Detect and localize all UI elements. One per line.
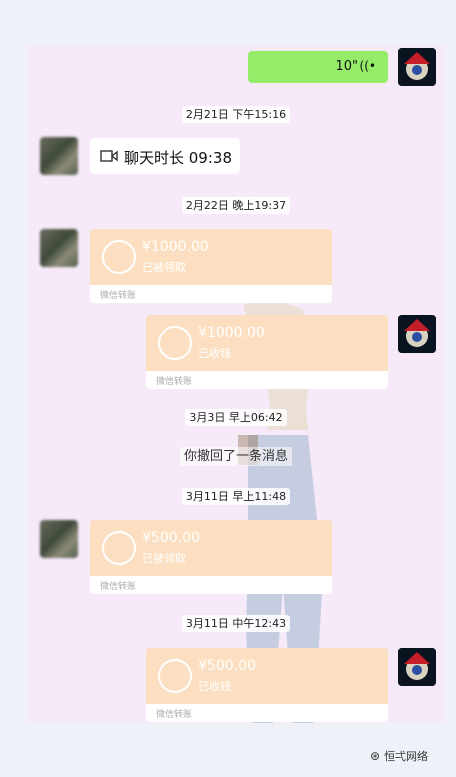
transfer-bubble[interactable]: ¥1000.00 已被领取 微信转账	[90, 229, 332, 305]
transfer-label: 微信转账	[100, 291, 137, 301]
timestamp: 3月11日 中午12:43	[28, 615, 444, 632]
chat-panel: 10" ((• 2月21日 下午15:16 聊天时长 09:38 2月22日 晚…	[28, 45, 444, 723]
transfer-label: 微信转账	[156, 710, 193, 720]
transfer-status: 已被领取	[142, 552, 186, 565]
video-icon	[100, 150, 118, 162]
transfer-amount: ¥500.00	[142, 530, 200, 546]
avatar-contact[interactable]	[40, 137, 78, 175]
wechat-channel-icon: ⊛	[370, 749, 381, 763]
avatar-self[interactable]	[398, 48, 436, 86]
transfer-amount: ¥500.00	[198, 658, 256, 674]
check-circle-icon	[158, 659, 192, 693]
transfer-bubble[interactable]: ¥1000.00 已收钱 微信转账	[146, 315, 388, 391]
transfer-label: 微信转账	[156, 377, 193, 387]
transfer-bubble[interactable]: ¥500.00 已收钱 微信转账	[146, 648, 388, 723]
watermark-text: 恒弌网络	[384, 750, 429, 763]
transfer-label: 微信转账	[100, 582, 137, 592]
voice-message-bubble[interactable]: 10" ((•	[248, 51, 388, 83]
avatar-self[interactable]	[398, 648, 436, 686]
avatar-contact[interactable]	[40, 520, 78, 558]
avatar-self[interactable]	[398, 315, 436, 353]
timestamp: 2月22日 晚上19:37	[28, 197, 444, 214]
check-circle-icon	[102, 531, 136, 565]
recalled-message-notice: 你撤回了一条消息	[28, 445, 444, 466]
video-call-bubble[interactable]: 聊天时长 09:38	[90, 138, 240, 174]
transfer-bubble[interactable]: ¥500.00 已被领取 微信转账	[90, 520, 332, 596]
voice-duration: 10"	[335, 59, 358, 74]
call-duration-text: 聊天时长 09:38	[124, 149, 232, 167]
timestamp: 3月3日 早上06:42	[28, 409, 444, 426]
timestamp: 2月21日 下午15:16	[28, 106, 444, 123]
transfer-status: 已收钱	[198, 347, 231, 360]
avatar-contact[interactable]	[40, 229, 78, 267]
transfer-amount: ¥1000.00	[198, 325, 265, 341]
transfer-status: 已被领取	[142, 261, 186, 274]
voice-wave-icon: ((•	[359, 59, 376, 73]
watermark: ⊛ 恒弌网络	[370, 748, 428, 764]
check-circle-icon	[158, 326, 192, 360]
transfer-amount: ¥1000.00	[142, 239, 209, 255]
check-circle-icon	[102, 240, 136, 274]
timestamp: 3月11日 早上11:48	[28, 488, 444, 505]
transfer-status: 已收钱	[198, 680, 231, 693]
